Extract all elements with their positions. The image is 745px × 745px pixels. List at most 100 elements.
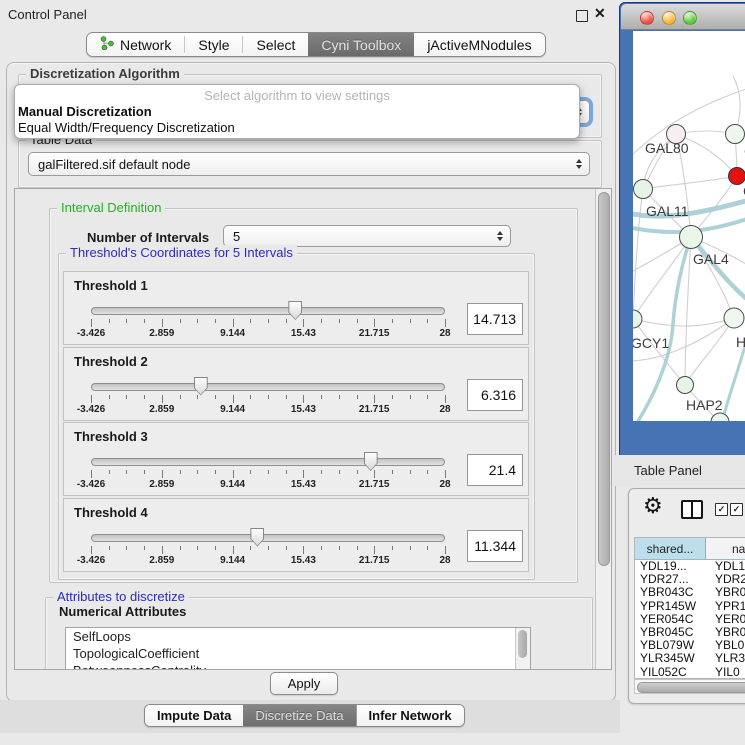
cell-name[interactable]: YBR0 [705, 626, 745, 639]
apply-button[interactable]: Apply [270, 672, 338, 695]
number-of-intervals-combo[interactable]: 5 [223, 225, 511, 247]
cell-shared-name[interactable]: YDL19... [635, 560, 705, 573]
threshold-value-field[interactable]: 14.713 [467, 303, 523, 335]
tab-network[interactable]: Network [87, 33, 184, 56]
table-row[interactable]: YIL052CYIL0 [635, 666, 745, 679]
cell-shared-name[interactable]: YIL052C [635, 666, 705, 679]
cell-shared-name[interactable]: YLR345W [635, 652, 705, 665]
numerical-attributes-label: Numerical Attributes [59, 604, 186, 619]
threshold-3-slider[interactable]: -3.4262.8599.14415.4321.71528 [91, 453, 445, 493]
cell-name[interactable]: YPR1 [705, 600, 745, 613]
dropdown-option-manual-discretization[interactable]: Manual Discretization [18, 104, 152, 119]
tab-discretize-data[interactable]: Discretize Data [243, 705, 355, 726]
slider-handle[interactable] [194, 377, 208, 396]
settings-scrollbar[interactable] [595, 189, 611, 669]
tab-cyni-toolbox[interactable]: Cyni Toolbox [308, 33, 414, 56]
network-node[interactable] [729, 168, 745, 185]
network-node[interactable] [633, 310, 642, 328]
network-node[interactable] [677, 377, 694, 394]
tab-impute-data[interactable]: Impute Data [145, 705, 243, 726]
float-window-icon[interactable] [576, 10, 588, 22]
group-label: Discretization Algorithm [26, 66, 184, 81]
cell-name[interactable]: YDL1 [705, 560, 745, 573]
threshold-value-field[interactable]: 21.4 [467, 454, 523, 486]
network-edge[interactable] [685, 318, 734, 385]
network-node[interactable] [724, 308, 744, 328]
network-node[interactable] [726, 125, 745, 144]
threshold-1-slider[interactable]: -3.4262.8599.14415.4321.71528 [91, 302, 445, 342]
close-icon[interactable]: ✕ [594, 5, 606, 22]
network-node[interactable] [711, 413, 729, 421]
tab-jactivemnodules[interactable]: jActiveMNodules [414, 33, 544, 56]
checkbox-icon[interactable]: ✓ [730, 503, 743, 516]
column-layout-icon[interactable] [681, 500, 703, 519]
network-edge[interactable] [633, 319, 685, 385]
slider-handle[interactable] [250, 528, 264, 547]
threshold-2-slider[interactable]: -3.4262.8599.14415.4321.71528 [91, 378, 445, 418]
cell-shared-name[interactable]: YDR27... [635, 573, 705, 586]
scrollbar-thumb[interactable] [518, 630, 527, 658]
table-row[interactable]: YBL079WYBL0 [635, 639, 745, 652]
table-row[interactable]: YPR145WYPR1 [635, 600, 745, 613]
threshold-4-slider[interactable]: -3.4262.8599.14415.4321.71528 [91, 529, 445, 569]
network-node[interactable] [634, 180, 653, 199]
cell-name[interactable]: YER0 [705, 613, 745, 626]
network-edge[interactable] [643, 176, 737, 189]
tab-style[interactable]: Style [185, 33, 242, 56]
column-header-name[interactable]: na [706, 538, 745, 559]
tab-infer-network[interactable]: Infer Network [357, 705, 464, 726]
table-row[interactable]: YLR345WYLR3 [635, 652, 745, 665]
cell-shared-name[interactable]: YPR145W [635, 600, 705, 613]
attribute-list-item[interactable]: SelfLoops [66, 628, 530, 645]
slider-track[interactable] [91, 307, 445, 315]
table-header[interactable]: shared... na [635, 538, 745, 560]
slider-track[interactable] [91, 383, 445, 391]
dropdown-option-equal-width-frequency[interactable]: Equal Width/Frequency Discretization [18, 120, 235, 135]
table-row[interactable]: YDR27...YDR2 [635, 573, 745, 586]
attribute-list-item[interactable]: BetweennessCentrality [66, 662, 530, 670]
column-header-shared-name[interactable]: shared... [635, 538, 706, 559]
cell-name[interactable]: YBR0 [705, 586, 745, 599]
table-data-combo[interactable]: galFiltered.sif default node [28, 152, 590, 176]
node-table[interactable]: shared... na YDL19...YDL1YDR27...YDR2YBR… [634, 537, 745, 679]
cell-name[interactable]: YIL0 [705, 666, 745, 679]
cell-name[interactable]: YBL0 [705, 639, 745, 652]
zoom-traffic-light-icon[interactable] [683, 11, 697, 25]
table-row[interactable]: YER054CYER0 [635, 613, 745, 626]
cell-shared-name[interactable]: YBL079W [635, 639, 705, 652]
close-traffic-light-icon[interactable] [640, 11, 654, 25]
cell-shared-name[interactable]: YER054C [635, 613, 705, 626]
scrollbar-thumb[interactable] [598, 192, 610, 566]
cell-shared-name[interactable]: YBR045C [635, 626, 705, 639]
network-edge-thick[interactable] [691, 237, 745, 304]
cell-shared-name[interactable]: YBR043C [635, 586, 705, 599]
slider-tick-labels: -3.4262.8599.14415.4321.71528 [91, 328, 445, 340]
network-edge[interactable] [633, 237, 691, 319]
minimize-traffic-light-icon[interactable] [662, 11, 676, 25]
scrollbar-thumb[interactable] [637, 682, 745, 693]
attribute-list-item[interactable]: TopologicalCoefficient [66, 645, 530, 662]
slider-handle[interactable] [364, 452, 378, 471]
tab-select[interactable]: Select [243, 33, 308, 56]
slider-handle[interactable] [288, 301, 302, 320]
list-scrollbar[interactable] [515, 628, 530, 670]
numerical-attributes-list[interactable]: SelfLoopsTopologicalCoefficientBetweenne… [65, 627, 531, 670]
table-horizontal-scrollbar[interactable] [634, 679, 745, 694]
threshold-value-field[interactable]: 11.344 [467, 530, 523, 562]
cell-name[interactable]: YDR2 [705, 573, 745, 586]
network-node[interactable] [680, 226, 703, 249]
gear-icon[interactable]: ⚙ [643, 495, 663, 517]
network-edge[interactable] [633, 189, 643, 319]
cell-name[interactable]: YLR3 [705, 652, 745, 665]
network-window-titlebar[interactable] [621, 4, 745, 30]
table-row[interactable]: YBR043CYBR0 [635, 586, 745, 599]
threshold-value-field[interactable]: 6.316 [467, 379, 523, 411]
table-row[interactable]: YDL19...YDL1 [635, 560, 745, 573]
combo-value: 5 [233, 229, 240, 244]
slider-track[interactable] [91, 534, 445, 542]
network-edge[interactable] [633, 318, 734, 326]
table-row[interactable]: YBR045CYBR0 [635, 626, 745, 639]
slider-track[interactable] [91, 458, 445, 466]
network-canvas[interactable]: GAL80GALCGAL11GAL4GCY1HHAP2 [633, 31, 745, 421]
checkbox-icon[interactable]: ✓ [715, 503, 728, 516]
